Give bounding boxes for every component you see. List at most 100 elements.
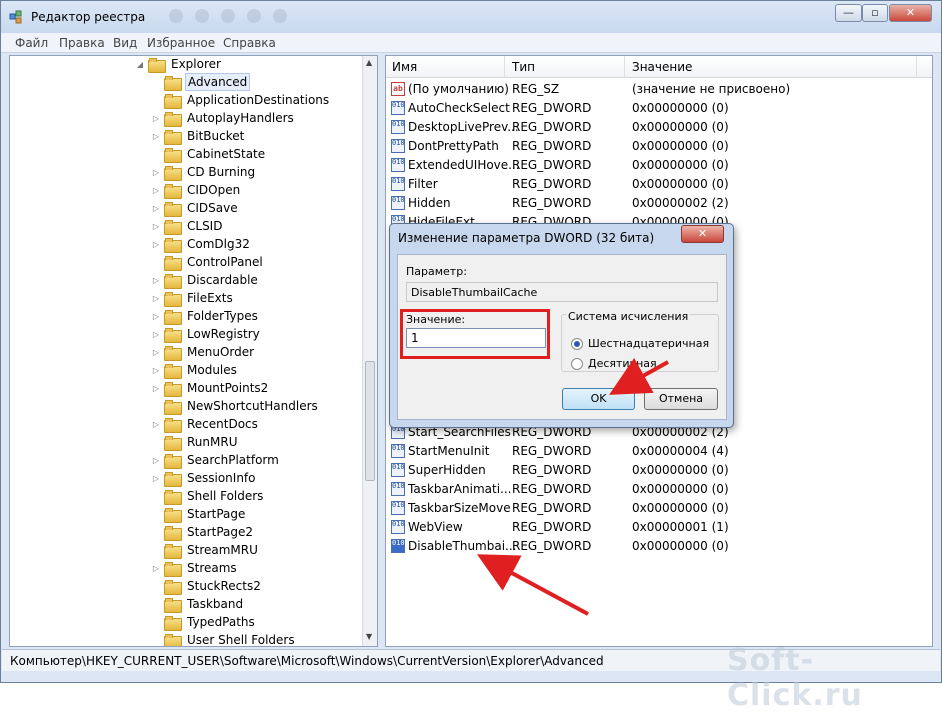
expand-arrow-icon[interactable]: ▷ [150,204,162,213]
expand-arrow-icon[interactable]: ▷ [150,114,162,123]
value-data: 0x00000000 (0) [632,463,729,477]
tree-item-label: FileExts [187,291,233,305]
value-data: 0x00000000 (0) [632,177,729,191]
column-name[interactable]: Имя [392,60,417,74]
tree-item[interactable]: ▷ SessionInfo [150,469,258,487]
table-row[interactable]: 010 AutoCheckSelect REG_DWORD 0x00000000 (0… [386,99,932,118]
scroll-down-icon[interactable]: ▼ [366,632,372,641]
dword-value-icon: 010 [391,463,405,477]
scroll-up-icon[interactable]: ▲ [366,58,372,67]
tree-item[interactable]: ▷ Discardable [150,271,260,289]
tree-item[interactable]: ▷ CLSID [150,217,224,235]
tree-item[interactable]: ▷ CD Burning [150,163,257,181]
table-row[interactable]: 010 DontPrettyPath REG_DWORD 0x00000000 (0) [386,137,932,156]
table-row[interactable]: 010 ExtendedUIHove... REG_DWORD 0x00000000 … [386,156,932,175]
menu-edit[interactable]: Правка [59,36,105,50]
expand-arrow-icon[interactable]: ▷ [150,186,162,195]
tree-item[interactable]: ▷ Streams [150,559,239,577]
table-row[interactable]: 010 DesktopLivePrev... REG_DWORD 0x00000000… [386,118,932,137]
tree-item[interactable]: ▷ ComDlg32 [150,235,252,253]
expand-arrow-icon[interactable]: ▷ [150,564,162,573]
tree-item[interactable]: ▷ FolderTypes [150,307,260,325]
cancel-button[interactable]: Отмена [644,388,718,410]
tree-item[interactable]: ▷ AutoplayHandlers [150,109,296,127]
tree-item[interactable]: ▷ CIDSave [150,199,240,217]
table-row[interactable]: 010 WebView REG_DWORD 0x00000001 (1) [386,518,932,537]
tree-item[interactable]: CabinetState [150,145,267,163]
tree-item[interactable]: Taskband [150,595,245,613]
radio-hex[interactable]: Шестнадцатеричная [571,337,709,350]
ok-button[interactable]: OK [562,388,635,410]
tree-item[interactable]: TypedPaths [150,613,257,631]
radio-dec[interactable]: Десятичная [571,357,657,370]
expand-arrow-icon[interactable]: ▷ [150,420,162,429]
title-bar[interactable]: Редактор реестра — ▫ ✕ [1,1,941,33]
table-row[interactable]: 010 SuperHidden REG_DWORD 0x00000000 (0) [386,461,932,480]
expand-arrow-icon[interactable]: ▷ [150,132,162,141]
table-row[interactable]: 010 DisableThumbai... REG_DWORD 0x00000000 … [386,537,932,556]
tree-item[interactable]: ▷ FileExts [150,289,235,307]
tree-item[interactable]: User Shell Folders [150,631,297,646]
expand-arrow-icon[interactable]: ▷ [150,294,162,303]
tree-item[interactable]: ▷ MenuOrder [150,343,256,361]
value-input[interactable]: 1 [406,328,546,348]
minimize-button[interactable]: — [835,4,862,22]
expand-arrow-icon[interactable]: ▷ [150,240,162,249]
tree-item-label: CLSID [187,219,223,233]
tree-item[interactable]: ▷ SearchPlatform [150,451,281,469]
expand-arrow-icon[interactable]: ▷ [150,348,162,357]
column-type[interactable]: Тип [512,60,535,74]
column-value[interactable]: Значение [632,60,692,74]
table-row[interactable]: 010 TaskbarAnimati... REG_DWORD 0x00000000 … [386,480,932,499]
tree-item[interactable]: StreamMRU [150,541,260,559]
tree-item[interactable]: NewShortcutHandlers [150,397,320,415]
tree-item[interactable]: ▷ BitBucket [150,127,246,145]
tree-scrollbar[interactable]: ▲ ▼ [362,56,377,646]
menu-view[interactable]: Вид [113,36,137,50]
tree-item[interactable]: ControlPanel [150,253,265,271]
expand-arrow-icon[interactable]: ▷ [150,456,162,465]
parameter-name-field: DisableThumbailCache [406,282,718,302]
expand-arrow-icon[interactable]: ▷ [150,384,162,393]
tree-item[interactable]: RunMRU [150,433,239,451]
expand-arrow-icon[interactable]: ▷ [150,474,162,483]
folder-icon [164,525,182,541]
table-row[interactable]: 010 StartMenuInit REG_DWORD 0x00000004 (4) [386,442,932,461]
value-name: WebView [408,520,463,534]
tree-item[interactable]: Shell Folders [150,487,265,505]
table-row[interactable]: ab (По умолчанию) REG_SZ (значение не присв… [386,80,932,99]
tree-item-explorer[interactable]: ◢ Explorer [134,56,223,73]
tree-item[interactable]: ▷ CIDOpen [150,181,242,199]
tree-item[interactable]: ▷ MountPoints2 [150,379,270,397]
tree-item[interactable]: StartPage2 [150,523,255,541]
tree-item[interactable]: StartPage [150,505,247,523]
tree-item[interactable]: ApplicationDestinations [150,91,331,109]
close-button[interactable]: ✕ [889,4,932,22]
tree-item[interactable]: StuckRects2 [150,577,263,595]
menu-help[interactable]: Справка [223,36,276,50]
dialog-close-button[interactable]: ✕ [681,225,724,243]
expand-arrow-icon[interactable]: ▷ [150,168,162,177]
expand-arrow-icon[interactable]: ▷ [150,366,162,375]
tree-item[interactable]: ▷ RecentDocs [150,415,260,433]
table-row[interactable]: 010 Hidden REG_DWORD 0x00000002 (2) [386,194,932,213]
collapse-arrow-icon[interactable]: ◢ [134,60,146,69]
table-row[interactable]: 010 Filter REG_DWORD 0x00000000 (0) [386,175,932,194]
radio-unchecked-icon[interactable] [571,357,583,370]
expand-arrow-icon[interactable]: ▷ [150,222,162,231]
scroll-thumb[interactable] [365,361,375,481]
tree-item[interactable]: Advanced [150,73,251,91]
expand-arrow-icon[interactable]: ▷ [150,276,162,285]
menu-favorites[interactable]: Избранное [147,36,215,50]
menu-file[interactable]: Файл [15,36,48,50]
value-type: REG_DWORD [512,196,592,210]
table-row[interactable]: 010 TaskbarSizeMove REG_DWORD 0x00000000 (0… [386,499,932,518]
radio-checked-icon[interactable] [571,337,583,350]
maximize-button[interactable]: ▫ [862,4,888,22]
expand-arrow-icon[interactable]: ▷ [150,312,162,321]
tree-item[interactable]: ▷ Modules [150,361,239,379]
watermark: Soft-Click.ru [727,643,863,713]
registry-tree[interactable]: ◢ Explorer ▲ ▼ Advanced ApplicationDestin… [9,55,378,647]
expand-arrow-icon[interactable]: ▷ [150,330,162,339]
tree-item[interactable]: ▷ LowRegistry [150,325,262,343]
